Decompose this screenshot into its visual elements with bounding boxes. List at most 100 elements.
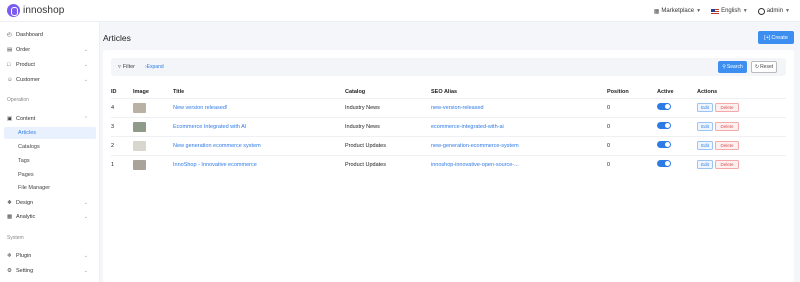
cell-active [657, 154, 697, 174]
sidebar-subitem-catalogs[interactable]: Catalogs [4, 141, 96, 153]
header-image: Image [133, 88, 149, 95]
sidebar-subitem-articles[interactable]: Articles [4, 127, 96, 139]
table-row: 4 New version released! Industry News new-v… [111, 97, 786, 117]
table-row: 3 Ecommerce Integrated with AI Industry Ne… [111, 116, 786, 136]
sidebar-item-order[interactable]: ▤ Order ⌄ [4, 44, 96, 56]
header-position[interactable]: Position [607, 86, 657, 98]
header-seo-alias[interactable]: SEO Alias [431, 86, 607, 98]
table-row: 2 New generation ecommerce system Product … [111, 135, 786, 155]
filter-icon: ▿ [118, 64, 121, 70]
sidebar-item-customer[interactable]: ☺ Customer ⌄ [4, 74, 96, 86]
cell-actions: Edit Delete [697, 154, 786, 174]
seo-alias-link[interactable]: innoshop-innovative-open-source-... [431, 162, 519, 168]
active-toggle[interactable] [657, 103, 671, 110]
active-toggle[interactable] [657, 141, 671, 148]
cell-seo-alias: new-generation-ecommerce-system [431, 135, 607, 155]
search-icon: ⚲ [722, 64, 726, 70]
chevron-down-icon: ▼ [785, 8, 790, 14]
cell-seo-alias: innoshop-innovative-open-source-... [431, 154, 607, 174]
delete-button[interactable]: Delete [715, 122, 739, 131]
cell-image [133, 97, 173, 117]
article-thumbnail[interactable] [133, 121, 146, 132]
sidebar-item-product[interactable]: □ Product ⌄ [4, 59, 96, 71]
chevron-down-icon: ⌄ [83, 253, 88, 259]
chevron-down-icon: ⌄ [83, 214, 88, 220]
header-id[interactable]: ID [111, 86, 133, 98]
marketplace-menu[interactable]: ▦ Marketplace ▼ [654, 8, 701, 15]
sidebar-item-plugin[interactable]: ❄ Plugin ⌄ [4, 250, 96, 262]
header-actions: ▦ Marketplace ▼ English ▼ admin ▼ [654, 0, 790, 22]
article-thumbnail[interactable] [133, 159, 146, 170]
article-title-link[interactable]: New generation ecommerce system [173, 143, 261, 149]
active-toggle[interactable] [657, 160, 671, 168]
article-thumbnail[interactable] [133, 102, 146, 113]
header-active[interactable]: Active [657, 86, 697, 98]
edit-button[interactable]: Edit [697, 122, 713, 131]
seo-alias-link[interactable]: new-version-released [431, 105, 484, 111]
expand-link[interactable]: ›Expand [145, 64, 164, 70]
sidebar-subitem-pages[interactable]: Pages [4, 169, 96, 181]
header-actions: Actions [697, 88, 718, 95]
top-bar: innoshop ▦ Marketplace ▼ English ▼ admin… [0, 0, 800, 22]
cell-seo-alias: ecommerce-integrated-with-ai [431, 116, 607, 136]
sidebar-subitem-tags[interactable]: Tags [4, 155, 96, 167]
content-icon: ▣ [7, 116, 13, 122]
create-button[interactable]: [+] Create [758, 31, 794, 44]
sidebar-subitem-file-manager[interactable]: File Manager [4, 182, 96, 194]
delete-button[interactable]: Delete [715, 103, 739, 112]
cell-actions: Edit Delete [697, 135, 786, 155]
search-button[interactable]: ⚲ Search [718, 61, 747, 73]
article-title-link[interactable]: Ecommerce Integrated with AI [173, 124, 246, 130]
cell-title: InnoShop - Innovative ecommerce [173, 154, 345, 174]
brand[interactable]: innoshop [7, 4, 64, 17]
cell-position: 0 [607, 154, 657, 174]
table-header-row: ID Image Title Catalog SEO Alias Positio… [111, 86, 786, 98]
header-title[interactable]: Title [173, 86, 345, 98]
cell-image [133, 116, 173, 136]
language-menu[interactable]: English ▼ [711, 8, 748, 14]
cell-catalog: Industry News [345, 116, 431, 136]
cell-position: 0 [607, 135, 657, 155]
article-thumbnail[interactable] [133, 140, 146, 151]
chevron-down-icon: ▼ [742, 8, 748, 14]
delete-button[interactable]: Delete [715, 160, 739, 170]
article-title-link[interactable]: InnoShop - Innovative ecommerce [173, 162, 257, 168]
dashboard-icon: ◴ [7, 32, 12, 38]
chevron-down-icon: ⌄ [83, 62, 88, 68]
filter-bar: ▿ Filter ›Expand ⚲ Search ↻ Reset [111, 58, 786, 76]
article-title-link[interactable]: New version released! [173, 105, 227, 111]
cell-seo-alias: new-version-released [431, 97, 607, 117]
cell-position: 0 [607, 97, 657, 117]
order-icon: ▤ [7, 47, 13, 53]
chevron-up-icon: ⌃ [83, 116, 88, 122]
reset-button[interactable]: ↻ Reset [751, 61, 777, 73]
store-icon: ▦ [653, 8, 660, 15]
sidebar-item-dashboard[interactable]: ◴ Dashboard [4, 29, 96, 41]
cell-id: 3 [111, 116, 133, 136]
sidebar-item-analytic[interactable]: ▩ Analytic ⌄ [4, 211, 96, 223]
plus-icon: [+] [764, 34, 771, 41]
seo-alias-link[interactable]: ecommerce-integrated-with-ai [431, 124, 504, 130]
cell-image [133, 135, 173, 155]
articles-card: ▿ Filter ›Expand ⚲ Search ↻ Reset ID Ima… [103, 50, 794, 282]
customer-icon: ☺ [7, 77, 13, 83]
section-operation: Operation [7, 97, 29, 103]
chevron-down-icon: ▼ [696, 8, 702, 14]
edit-button[interactable]: Edit [697, 160, 713, 170]
active-toggle[interactable] [657, 122, 671, 129]
edit-button[interactable]: Edit [697, 103, 713, 112]
cell-title: New generation ecommerce system [173, 135, 345, 155]
delete-button[interactable]: Delete [715, 141, 739, 150]
filter-toggle[interactable]: ▿ Filter [118, 64, 135, 70]
user-menu[interactable]: admin ▼ [757, 7, 790, 15]
sidebar-item-design[interactable]: ❖ Design ⌄ [4, 197, 96, 209]
edit-button[interactable]: Edit [697, 141, 713, 150]
seo-alias-link[interactable]: new-generation-ecommerce-system [431, 143, 519, 149]
cell-catalog: Industry News [345, 97, 431, 117]
header-catalog[interactable]: Catalog [345, 86, 431, 98]
brand-name: innoshop [23, 5, 65, 16]
sidebar-item-content[interactable]: ▣ Content ⌃ [4, 113, 96, 125]
sidebar-item-setting[interactable]: ⚙ Setting ⌄ [4, 265, 96, 277]
analytic-icon: ▩ [7, 214, 13, 220]
cell-active [657, 116, 697, 136]
